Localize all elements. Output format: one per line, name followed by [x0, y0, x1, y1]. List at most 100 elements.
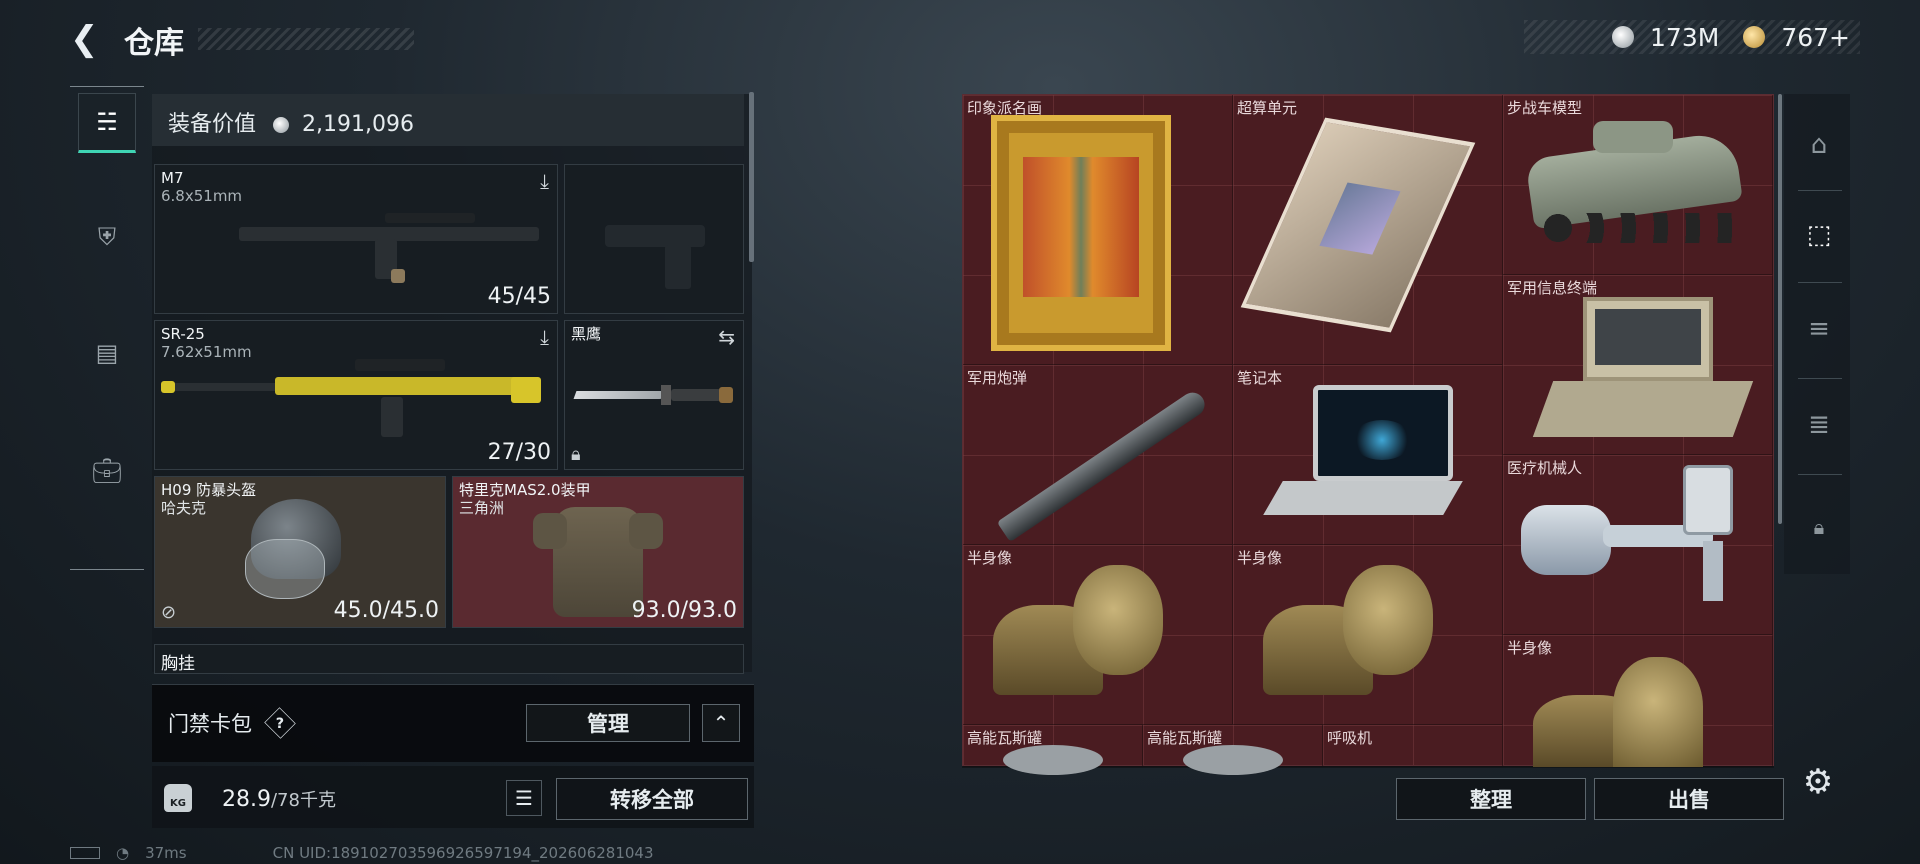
tab-backpack[interactable]: ▤: [78, 323, 136, 383]
storage-home-icon: ⌂: [1810, 130, 1828, 160]
artillery-shell-image: [996, 387, 1210, 543]
ammo-count: 27/30: [487, 440, 551, 465]
ping-readout: 37ms: [145, 844, 187, 862]
item-ventilator[interactable]: 呼吸机: [1323, 725, 1503, 767]
tab-storage-3[interactable]: ≣: [1794, 400, 1844, 450]
lock-icon: 🔒︎: [571, 444, 581, 465]
pistol-slot[interactable]: [564, 164, 744, 314]
primary-weapon-slot[interactable]: M7 6.8x51mm ⤓ 45/45: [154, 164, 558, 314]
transfer-all-button[interactable]: 转移全部: [556, 778, 748, 820]
item-label: 半身像: [1237, 549, 1283, 567]
silver-amount: 173M: [1650, 22, 1720, 52]
kg-badge: KG: [170, 798, 186, 809]
silver-coin-icon: [273, 117, 290, 133]
gas-tank-image: [1003, 745, 1103, 775]
gear-scrollbar[interactable]: [749, 92, 754, 262]
melee-slot[interactable]: 黑鹰 ⇆ 🔒︎: [564, 320, 744, 470]
item-label: 呼吸机: [1327, 729, 1373, 747]
item-label: 超算单元: [1237, 99, 1298, 117]
lock-icon: 🔒︎: [1813, 515, 1825, 539]
swap-icon[interactable]: ⇆: [718, 325, 735, 349]
battery-icon: [70, 847, 100, 859]
nav-divider: [1798, 190, 1842, 191]
item-label: 高能瓦斯罐: [1147, 729, 1223, 747]
pistol-placeholder-icon: [605, 225, 705, 247]
helmet-slot[interactable]: H09 防暴头盔 哈夫克 ⊘ 45.0/45.0: [154, 476, 446, 628]
item-label: 半身像: [1507, 639, 1553, 657]
equipment-value-label: 装备价值: [168, 112, 257, 137]
warehouse-scrollbar[interactable]: [1778, 94, 1782, 524]
help-text: ?: [275, 714, 285, 732]
item-medical-robot[interactable]: 医疗机械人: [1503, 455, 1773, 635]
silver-coin-icon: [1612, 26, 1635, 48]
tab-storage-2[interactable]: ≡: [1794, 304, 1844, 354]
compute-unit-image: [1240, 117, 1476, 333]
manage-button[interactable]: 管理: [526, 704, 690, 742]
list-icon[interactable]: ☰: [506, 780, 542, 816]
item-ifv-model[interactable]: 步战车模型: [1503, 95, 1773, 275]
page-title: 仓库: [124, 26, 184, 61]
weapon-caliber: 7.62x51mm: [161, 343, 252, 361]
item-laptop[interactable]: 笔记本: [1233, 365, 1503, 545]
tab-collectibles[interactable]: ⬚: [1794, 210, 1844, 260]
item-artillery-shell[interactable]: 军用炮弹: [963, 365, 1233, 545]
item-gas-tank[interactable]: 高能瓦斯罐: [1143, 725, 1323, 775]
armor-icon: ⛨: [98, 223, 116, 251]
tab-storage-home[interactable]: ⌂: [1794, 120, 1844, 170]
card-bag-label: 门禁卡包: [168, 712, 252, 736]
armor-durability: 93.0/93.0: [631, 598, 737, 623]
back-arrow-icon[interactable]: ❮: [70, 20, 106, 58]
weight-max: /78千克: [270, 790, 336, 811]
chest-rig-slot[interactable]: 胸挂: [154, 644, 744, 674]
weight-icon: KG: [164, 784, 192, 812]
gas-tank-image: [1183, 745, 1283, 775]
weight-current: 28.9: [222, 787, 271, 812]
download-icon[interactable]: ⤓: [540, 169, 549, 193]
nav-divider: [1798, 474, 1842, 475]
status-bar: ◔ 37ms CN UID:18910270359692659​7194_202…: [70, 844, 654, 862]
item-bust[interactable]: 半身像: [1503, 635, 1773, 767]
collectibles-icon: ⬚: [1806, 220, 1832, 250]
backpack-icon: ▤: [95, 339, 119, 367]
armor-slot[interactable]: 特里克MAS2.0装甲 三角洲 93.0/93.0: [452, 476, 744, 628]
item-label: 步战车模型: [1507, 99, 1583, 117]
item-bust[interactable]: 半身像: [963, 545, 1233, 725]
sort-button[interactable]: 整理: [1396, 778, 1586, 820]
tab-briefcase[interactable]: 💼︎: [78, 441, 136, 501]
weapon-rack-icon: ≡: [1808, 314, 1830, 344]
download-icon[interactable]: ⤓: [540, 325, 549, 349]
weapon-name: M7: [161, 169, 184, 187]
left-nav: ☵ ⛨ ▤ 💼︎: [70, 86, 144, 570]
tab-locked[interactable]: 🔒︎: [1794, 502, 1844, 552]
item-military-terminal[interactable]: 军用信息终端: [1503, 275, 1773, 455]
item-label: 医疗机械人: [1507, 459, 1583, 477]
tab-weapons[interactable]: ☵: [78, 93, 136, 153]
secondary-weapon-slot[interactable]: SR-25 7.62x51mm ⤓ 27/30: [154, 320, 558, 470]
weight-readout: 28.9/78千克: [222, 786, 336, 812]
gold-coin-icon: [1743, 26, 1766, 48]
gold-amount[interactable]: 767+: [1781, 23, 1850, 52]
chest-rig-name: 胸挂: [161, 654, 195, 674]
item-gas-tank[interactable]: 高能瓦斯罐: [963, 725, 1143, 775]
item-label: 军用炮弹: [967, 369, 1028, 387]
helmet-brand: 哈夫克: [161, 499, 207, 517]
item-painting[interactable]: 印象派名画: [963, 95, 1233, 365]
nav-divider: [1798, 378, 1842, 379]
warehouse-grid: 印象派名画 超算单元 步战车模型 军用信息终端 军用炮弹 笔记本 医疗机械人 半…: [962, 94, 1774, 775]
chevron-up-icon[interactable]: ⌃: [702, 704, 740, 742]
melee-name: 黑鹰: [571, 325, 602, 343]
gun-rack-icon: ≣: [1808, 410, 1830, 440]
item-label: 半身像: [967, 549, 1013, 567]
item-label: 高能瓦斯罐: [967, 729, 1043, 747]
item-compute-unit[interactable]: 超算单元: [1233, 95, 1503, 365]
currency-bar: 173M 767+: [1524, 20, 1860, 54]
armor-brand: 三角洲: [459, 499, 505, 517]
ammo-count: 45/45: [487, 284, 551, 309]
item-bust[interactable]: 半身像: [1233, 545, 1503, 725]
equipment-value: 装备价值 2,191,096: [152, 94, 744, 146]
tab-armor[interactable]: ⛨: [78, 207, 136, 267]
wifi-icon: ◔: [116, 844, 130, 862]
gear-icon[interactable]: ⚙: [1796, 760, 1840, 804]
painting-image: [991, 115, 1171, 351]
sell-button[interactable]: 出售: [1594, 778, 1784, 820]
